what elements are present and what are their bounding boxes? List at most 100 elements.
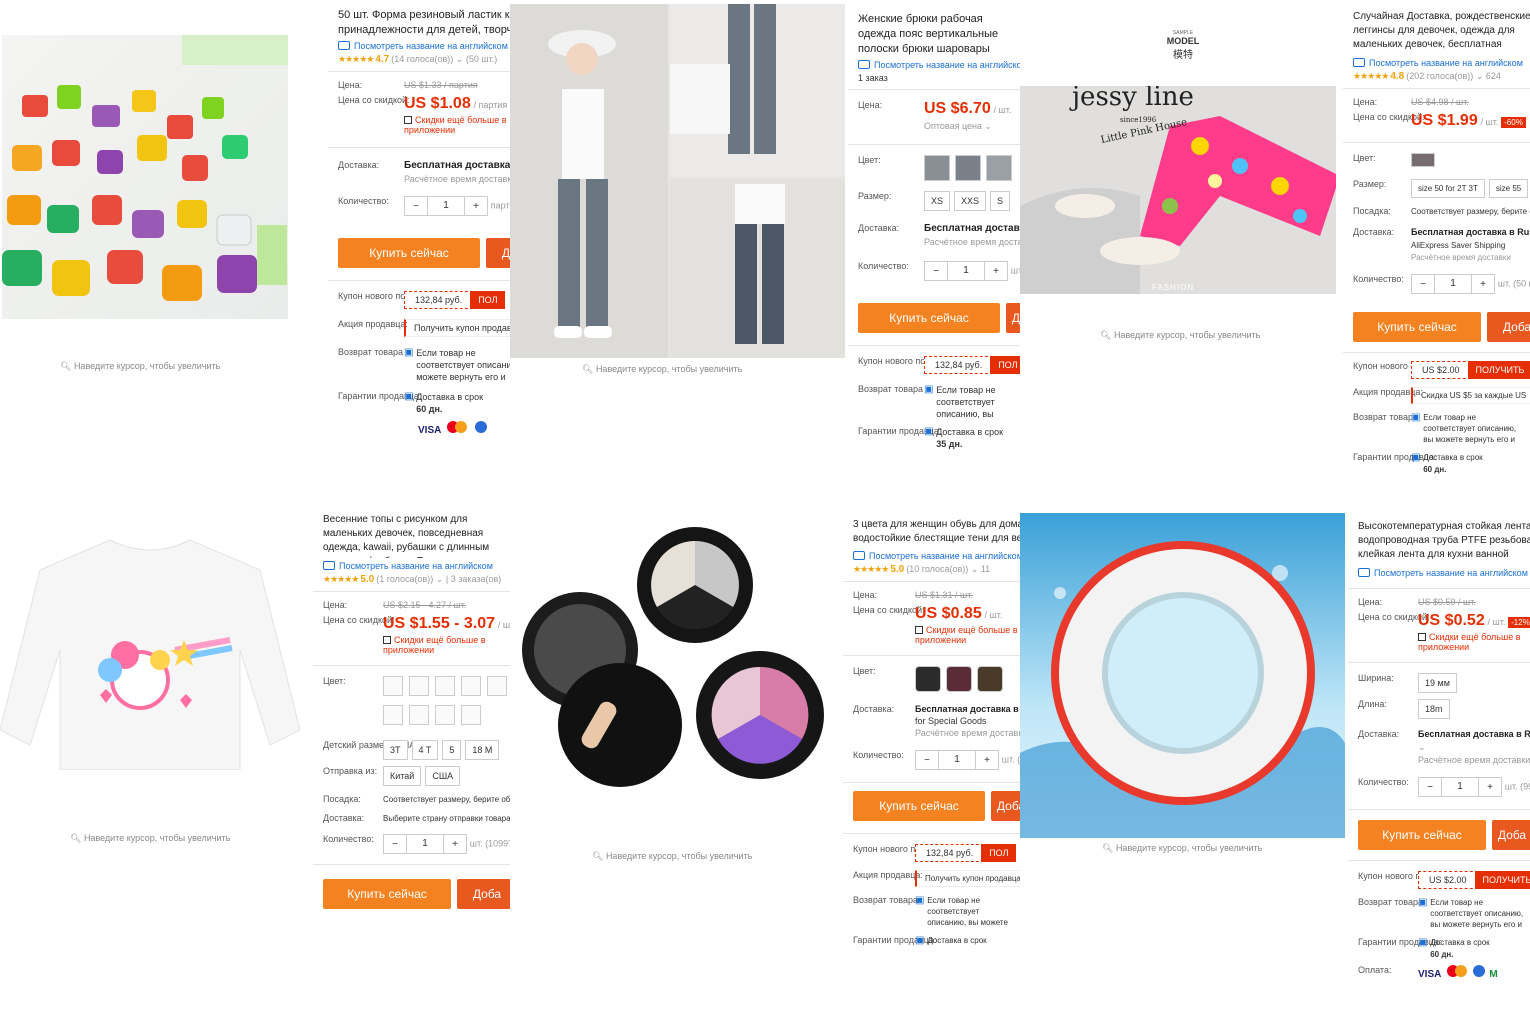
product-image-trousers[interactable] (510, 4, 845, 358)
buy-now-button[interactable]: Купить сейчас (323, 879, 451, 909)
app-discount[interactable]: Скидки ещё больше в приложении (404, 115, 510, 135)
size-option[interactable]: 18 M (465, 740, 500, 760)
promo-coupon[interactable]: Получить купон продавца (915, 870, 1020, 887)
delivery-method[interactable]: AliExpress Saver Shipping (1411, 241, 1530, 250)
qty-plus-button[interactable]: + (465, 201, 487, 212)
qty-minus-button[interactable]: − (384, 839, 406, 850)
qty-input[interactable]: 1 (427, 197, 465, 215)
qty-minus-button[interactable]: − (925, 266, 947, 277)
product-image-erasers[interactable] (2, 35, 288, 319)
size-option[interactable]: 3T (383, 740, 408, 760)
add-to-cart-button[interactable]: Доба (457, 879, 510, 909)
qty-plus-button[interactable]: + (1479, 782, 1501, 793)
translate-link[interactable]: Посмотреть название на английском (1358, 568, 1530, 578)
product-title[interactable]: Весенние топы с рисунком для маленьких д… (323, 513, 510, 558)
color-swatch[interactable] (986, 155, 1012, 181)
add-to-cart-button[interactable]: Доба (1492, 820, 1530, 850)
size-option[interactable]: XXS (954, 191, 987, 211)
product-title[interactable]: 3 цвета для женщин обувь для дома водост… (853, 518, 1020, 548)
wholesale-link[interactable]: Оптовая цена ⌄ (924, 121, 1020, 132)
shipping-option[interactable]: Бесплатная доставка в Russian Federation (1418, 729, 1530, 739)
coupon-get-button[interactable]: ПОЛ (990, 356, 1020, 374)
color-swatch[interactable] (915, 666, 941, 692)
qty-input[interactable]: 1 (1441, 778, 1479, 796)
width-option[interactable]: 19 мм (1418, 673, 1457, 693)
qty-minus-button[interactable]: − (405, 201, 427, 212)
quantity-stepper[interactable]: −1 + (383, 834, 467, 854)
buy-now-button[interactable]: Купить сейчас (1358, 820, 1486, 850)
add-to-cart-button[interactable]: Доба (991, 791, 1020, 821)
color-swatch[interactable] (1411, 153, 1435, 167)
translate-link[interactable]: Посмотреть название на английском (323, 561, 510, 571)
buy-now-button[interactable]: Купить сейчас (1353, 312, 1481, 342)
qty-minus-button[interactable]: − (1419, 782, 1441, 793)
qty-plus-button[interactable]: + (1472, 279, 1494, 290)
product-title[interactable]: 50 шт. Форма резиновый ластик канцелярск… (338, 8, 510, 38)
product-title[interactable]: Женские брюки рабочая одежда пояс вертик… (858, 12, 1020, 57)
shipping-option[interactable]: Бесплатная доставка в Russian Federation (1411, 227, 1530, 237)
add-to-cart-button[interactable]: Доба (1487, 312, 1530, 342)
color-swatch[interactable] (946, 666, 972, 692)
rating-row[interactable]: ★★★★★ 5.0 (10 голоса(ов)) ⌄ 11 (853, 564, 1020, 575)
size-option[interactable]: S (990, 191, 1011, 211)
shipping-option[interactable]: Бесплатная доставка (924, 223, 1020, 234)
qty-input[interactable]: 1 (1434, 275, 1472, 293)
color-swatch[interactable] (409, 676, 429, 696)
rating-row[interactable]: ★★★★★ 4.7 (14 голоса(ов)) ⌄ (50 шт.) (338, 54, 510, 65)
coupon-get-button[interactable]: ПОЛУЧИТЬ (1474, 871, 1530, 889)
promo-coupon[interactable]: Скидка US $5 за каждые US (1411, 387, 1530, 404)
size-option[interactable]: XS (924, 191, 951, 211)
shipping-option[interactable]: Бесплатная доставка (404, 160, 510, 171)
quantity-stepper[interactable]: −1 + (924, 261, 1008, 281)
color-swatch[interactable] (977, 666, 1003, 692)
add-to-cart-button[interactable]: Доба (486, 238, 510, 268)
quantity-stepper[interactable]: −1 + (915, 750, 999, 770)
qty-input[interactable]: 1 (947, 262, 985, 280)
qty-minus-button[interactable]: − (1412, 279, 1434, 290)
shipping-option[interactable]: Бесплатная доставка в (915, 704, 1019, 714)
coupon-get-button[interactable]: ПОЛ (981, 844, 1017, 862)
quantity-stepper[interactable]: −1 + (1418, 777, 1502, 797)
translate-link[interactable]: Посмотреть название на английском (338, 41, 510, 51)
color-swatch[interactable] (435, 705, 455, 725)
size-option[interactable]: 4 T (411, 740, 439, 760)
buy-now-button[interactable]: Купить сейчас (858, 303, 1000, 333)
rating-row[interactable]: ★★★★★ 4.8 (202 голоса(ов)) ⌄ 624 (1353, 71, 1530, 82)
color-swatch[interactable] (955, 155, 981, 181)
app-discount[interactable]: Скидки ещё больше в приложении (383, 635, 510, 655)
buy-now-button[interactable]: Купить сейчас (853, 791, 985, 821)
coupon-get-button[interactable]: ПОЛУЧИТЬ (1467, 361, 1530, 379)
buy-now-button[interactable]: Купить сейчас (338, 238, 480, 268)
quantity-stepper[interactable]: −1 + (1411, 274, 1495, 294)
qty-plus-button[interactable]: + (444, 839, 466, 850)
qty-input[interactable]: 1 (406, 835, 444, 853)
shipping-option[interactable]: Выберите страну отправки товара (383, 814, 510, 823)
coupon-get-button[interactable]: ПОЛ (470, 291, 506, 309)
qty-plus-button[interactable]: + (976, 755, 998, 766)
promo-coupon[interactable]: Получить купон продавца (404, 319, 510, 337)
length-option[interactable]: 18m (1418, 699, 1450, 719)
size-option[interactable]: 5 (442, 740, 462, 760)
product-image-eyeshadow[interactable] (510, 510, 840, 835)
quantity-stepper[interactable]: −1 + (404, 196, 488, 216)
delivery-method[interactable]: for Special Goods (915, 716, 1020, 726)
color-swatch[interactable] (383, 705, 403, 725)
product-image-leggings[interactable]: jessy line since1996 Little Pink House F… (1020, 86, 1336, 294)
product-title[interactable]: Случайная Доставка, рождественские легги… (1353, 10, 1530, 55)
color-swatch[interactable] (461, 676, 481, 696)
app-discount[interactable]: Скидки ещё больше в приложении (915, 625, 1020, 645)
product-image-kids-top[interactable] (0, 530, 300, 770)
chevron-down-icon[interactable]: ⌄ (1418, 742, 1530, 753)
qty-plus-button[interactable]: + (985, 266, 1007, 277)
add-to-cart-button[interactable]: Доба (1006, 303, 1020, 333)
ship-from-option[interactable]: Китай (383, 766, 422, 786)
product-title[interactable]: Высокотемпературная стойкая лента водопр… (1358, 520, 1530, 565)
size-option[interactable]: size 50 for 2T 3T (1411, 179, 1485, 198)
qty-minus-button[interactable]: − (916, 755, 938, 766)
ship-from-option[interactable]: США (425, 766, 461, 786)
color-swatch[interactable] (487, 676, 507, 696)
color-swatch[interactable] (461, 705, 481, 725)
size-option[interactable]: size 55 (1488, 179, 1529, 198)
color-swatch[interactable] (924, 155, 950, 181)
rating-row[interactable]: ★★★★★ 5.0 (1 голоса(ов)) ⌄ | 3 заказа(ов) (323, 574, 510, 585)
